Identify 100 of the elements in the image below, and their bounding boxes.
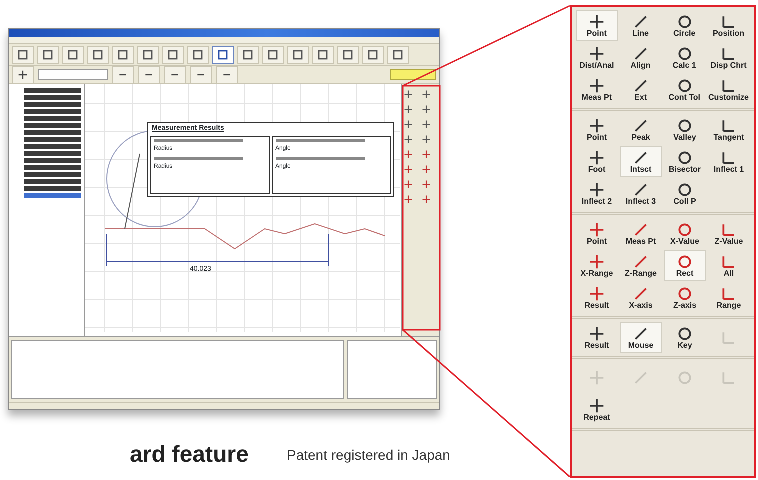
palette-tool[interactable]: Point bbox=[576, 218, 618, 249]
palette-tool[interactable]: Inflect 3 bbox=[620, 178, 662, 209]
cross-icon bbox=[422, 120, 430, 129]
line-icon bbox=[633, 118, 649, 134]
palette-tool[interactable]: Foot bbox=[576, 146, 618, 177]
toolbar-button[interactable] bbox=[37, 46, 59, 64]
patent-note: Patent registered in Japan bbox=[287, 446, 450, 465]
highlight-field[interactable] bbox=[390, 69, 436, 80]
tree-item[interactable] bbox=[24, 158, 81, 163]
toolbar-button[interactable] bbox=[387, 46, 409, 64]
cross-icon bbox=[589, 286, 605, 302]
palette-tool[interactable]: Line bbox=[620, 10, 662, 41]
circle-icon bbox=[677, 286, 693, 302]
palette-tool[interactable]: Circle bbox=[664, 10, 706, 41]
cross-icon bbox=[589, 182, 605, 198]
corner-icon bbox=[721, 118, 737, 134]
cross-icon bbox=[589, 398, 605, 414]
toolbar-button[interactable] bbox=[362, 46, 384, 64]
tree-item[interactable] bbox=[24, 165, 81, 170]
corner-icon bbox=[720, 46, 737, 62]
corner-icon bbox=[721, 286, 737, 302]
cross-icon bbox=[589, 254, 605, 270]
toolbar-button[interactable] bbox=[12, 66, 34, 84]
toolbar-button[interactable] bbox=[62, 46, 84, 64]
tree-item[interactable] bbox=[24, 186, 81, 191]
toolbar-button[interactable] bbox=[137, 46, 159, 64]
palette-tool[interactable]: Rect bbox=[664, 250, 706, 281]
palette-tool[interactable]: X-Value bbox=[664, 218, 706, 249]
palette-tool[interactable]: Result bbox=[576, 322, 618, 353]
tree-item[interactable] bbox=[24, 179, 81, 184]
palette-tool[interactable]: Z-axis bbox=[664, 282, 706, 313]
palette-tool[interactable]: Calc 1 bbox=[664, 42, 706, 73]
palette-tool[interactable]: Valley bbox=[664, 114, 706, 145]
toolbar-button[interactable] bbox=[87, 46, 109, 64]
toolbar-button[interactable] bbox=[262, 46, 284, 64]
combo-field[interactable] bbox=[38, 69, 108, 80]
tree-item[interactable] bbox=[24, 151, 81, 156]
palette-tool[interactable]: Z-Value bbox=[708, 218, 750, 249]
tree-item[interactable] bbox=[24, 102, 81, 107]
toolbar-button[interactable] bbox=[287, 46, 309, 64]
palette-tool[interactable]: Customize bbox=[708, 74, 750, 105]
toolbar-button[interactable] bbox=[162, 46, 184, 64]
headline: ard feature bbox=[130, 440, 249, 469]
cross-icon bbox=[588, 78, 605, 94]
cross-icon bbox=[404, 135, 413, 144]
palette-tool[interactable]: Key bbox=[664, 322, 706, 353]
toolbar-button[interactable] bbox=[12, 46, 34, 64]
tree-item[interactable] bbox=[24, 193, 81, 198]
palette-tool[interactable]: Bisector bbox=[664, 146, 706, 177]
line-icon bbox=[633, 326, 649, 342]
palette-tool[interactable]: All bbox=[708, 250, 750, 281]
circle-icon bbox=[677, 370, 693, 386]
corner-icon bbox=[721, 254, 737, 270]
tree-item[interactable] bbox=[24, 95, 81, 100]
palette-tool[interactable]: Repeat bbox=[576, 394, 618, 425]
palette-tool[interactable]: Range bbox=[708, 282, 750, 313]
palette-tool[interactable]: X-axis bbox=[620, 282, 662, 313]
palette-tool[interactable]: Inflect 1 bbox=[708, 146, 750, 177]
cross-icon bbox=[589, 150, 605, 166]
palette-tool[interactable]: Point bbox=[576, 10, 618, 41]
toolbar-button[interactable] bbox=[337, 46, 359, 64]
palette-tool[interactable]: Peak bbox=[620, 114, 662, 145]
cross-icon bbox=[422, 105, 430, 114]
palette-tool[interactable]: Align bbox=[620, 42, 662, 73]
palette-tool[interactable]: X-Range bbox=[576, 250, 618, 281]
palette-tool[interactable]: Ext bbox=[620, 74, 662, 105]
toolbar-button[interactable] bbox=[237, 46, 259, 64]
tree-item[interactable] bbox=[24, 137, 81, 142]
palette-tool[interactable]: Intsct bbox=[620, 146, 662, 177]
palette-tool[interactable]: Tangent bbox=[708, 114, 750, 145]
palette-tool[interactable]: Meas Pt bbox=[576, 74, 618, 105]
palette-tool[interactable]: Point bbox=[576, 114, 618, 145]
palette-tool[interactable]: Disp Chrt bbox=[708, 42, 750, 73]
toolbar-button[interactable] bbox=[312, 46, 334, 64]
palette-tool[interactable]: Cont Tol bbox=[664, 74, 706, 105]
tree-item[interactable] bbox=[24, 88, 81, 93]
palette-tool[interactable]: Mouse bbox=[620, 322, 662, 353]
palette-tool[interactable]: Position bbox=[708, 10, 750, 41]
palette-tool[interactable]: Meas Pt bbox=[620, 218, 662, 249]
cross-icon bbox=[589, 326, 605, 342]
circle-icon bbox=[677, 326, 693, 342]
toolbar-button[interactable] bbox=[212, 46, 234, 64]
palette-tool[interactable]: Dist/Anal bbox=[576, 42, 618, 73]
tree-item[interactable] bbox=[24, 144, 81, 149]
tree-item[interactable] bbox=[24, 109, 81, 114]
toolbar-button[interactable] bbox=[187, 46, 209, 64]
tree-item[interactable] bbox=[24, 123, 81, 128]
cross-icon bbox=[404, 90, 413, 99]
palette-tool[interactable]: Result bbox=[576, 282, 618, 313]
cross-icon bbox=[589, 118, 605, 134]
tree-item[interactable] bbox=[24, 116, 81, 121]
palette-tool[interactable]: Inflect 2 bbox=[576, 178, 618, 209]
palette-tool[interactable]: Coll P bbox=[664, 178, 706, 209]
cross-icon bbox=[588, 14, 605, 30]
toolbar-button[interactable] bbox=[112, 46, 134, 64]
cross-icon bbox=[422, 150, 430, 159]
tree-item[interactable] bbox=[24, 130, 81, 135]
tree-item[interactable] bbox=[24, 172, 81, 177]
line-icon bbox=[632, 14, 649, 30]
palette-tool[interactable]: Z-Range bbox=[620, 250, 662, 281]
